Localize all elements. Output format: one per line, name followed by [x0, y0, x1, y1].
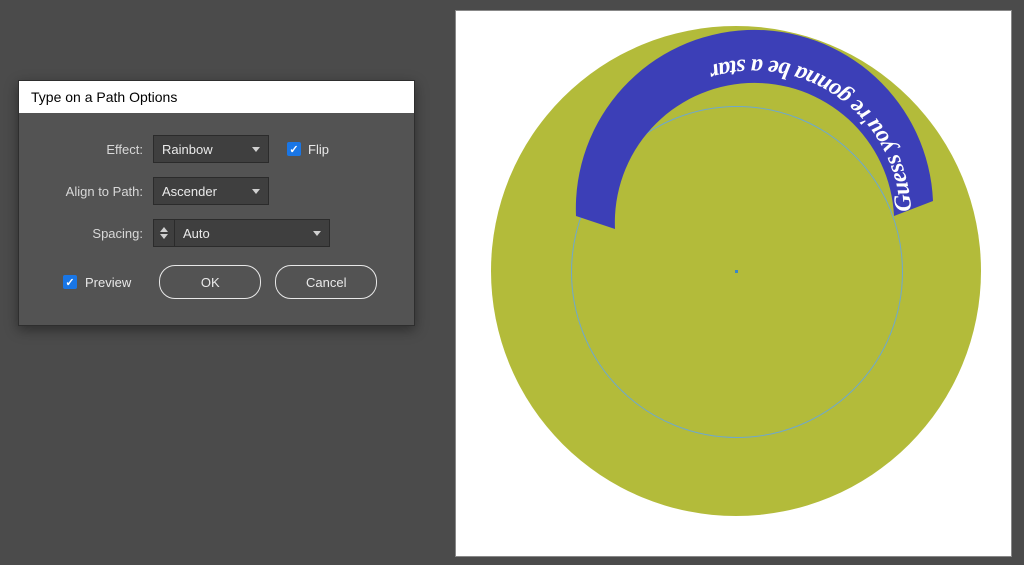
preview-checkbox[interactable]: ✓ — [63, 275, 77, 289]
stepper-down-icon — [160, 234, 168, 239]
flip-checkbox[interactable]: ✓ — [287, 142, 301, 156]
button-row: ✓ Preview OK Cancel — [41, 265, 392, 299]
path-text[interactable]: Guess you're gonna be a star — [706, 53, 917, 213]
spacing-value: Auto — [183, 226, 210, 241]
chevron-down-icon — [252, 147, 260, 152]
dialog-body: Effect: Rainbow ✓ Flip Align to Path: As… — [19, 113, 414, 325]
ok-button[interactable]: OK — [159, 265, 261, 299]
effect-select[interactable]: Rainbow — [153, 135, 269, 163]
cancel-button[interactable]: Cancel — [275, 265, 377, 299]
chevron-down-icon — [252, 189, 260, 194]
type-on-path-options-dialog: Type on a Path Options Effect: Rainbow ✓… — [18, 80, 415, 326]
align-value: Ascender — [162, 184, 217, 199]
artboard: Guess you're gonna be a star — [455, 10, 1012, 557]
flip-label: Flip — [308, 142, 329, 157]
preview-checkbox-wrap[interactable]: ✓ Preview — [63, 275, 131, 290]
preview-label: Preview — [85, 275, 131, 290]
spacing-row: Spacing: Auto — [41, 219, 392, 247]
flip-checkbox-wrap[interactable]: ✓ Flip — [287, 142, 329, 157]
spacing-select[interactable]: Auto — [174, 219, 330, 247]
align-select[interactable]: Ascender — [153, 177, 269, 205]
align-label: Align to Path: — [41, 184, 143, 199]
effect-value: Rainbow — [162, 142, 213, 157]
chevron-down-icon — [313, 231, 321, 236]
align-row: Align to Path: Ascender — [41, 177, 392, 205]
effect-label: Effect: — [41, 142, 143, 157]
effect-row: Effect: Rainbow ✓ Flip — [41, 135, 392, 163]
dialog-title: Type on a Path Options — [19, 81, 414, 113]
spacing-label: Spacing: — [41, 226, 143, 241]
path-text-svg: Guess you're gonna be a star — [491, 26, 981, 516]
stepper-up-icon — [160, 227, 168, 232]
spacing-stepper[interactable] — [153, 219, 175, 247]
path-text-content: Guess you're gonna be a star — [706, 53, 917, 213]
